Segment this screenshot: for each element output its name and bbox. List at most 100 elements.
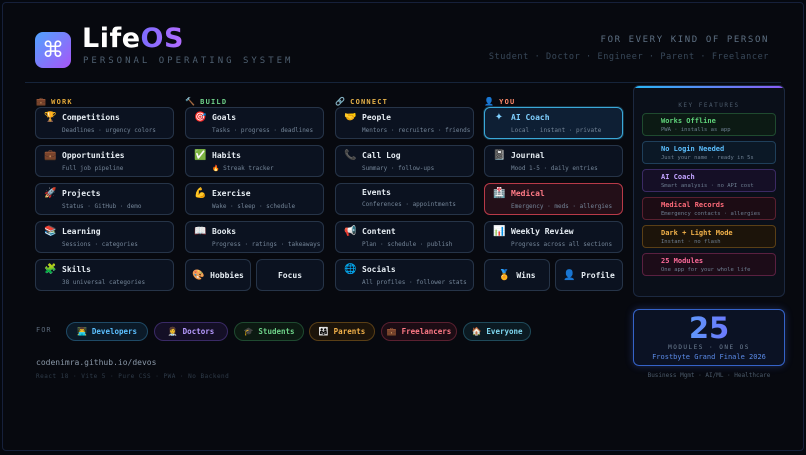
card-goals[interactable]: 🎯 Goals Tasks · progress · deadlines [185, 107, 324, 139]
card-title: Books [212, 227, 237, 236]
house-icon: 🏠 [471, 327, 482, 336]
brand-title: LifeOS [82, 23, 184, 54]
card-subtitle: Emergency · meds · allergies [511, 203, 613, 210]
card-weekly-review[interactable]: 📊 Weekly Review Progress across all secti… [484, 221, 623, 253]
key-features-panel: KEY FEATURES Works Offline PWA · install… [633, 85, 785, 297]
feature-subtitle: Emergency contacts · allergies [661, 211, 761, 217]
feature-title: Medical Records [661, 201, 725, 209]
pill-developers[interactable]: 👨‍💻 Developers [66, 322, 148, 341]
card-subtitle: Tasks · progress · deadlines [212, 127, 314, 134]
card-title: Wins [516, 270, 536, 280]
card-focus[interactable]: Focus [256, 259, 324, 291]
tagline: FOR EVERY KIND OF PERSON [600, 35, 769, 45]
card-title: Habits [212, 151, 241, 160]
feature-works-offline: Works Offline PWA · installs as app [642, 113, 776, 136]
card-hobbies[interactable]: 🎨 Hobbies [185, 259, 251, 291]
card-subtitle: Conferences · appointments [362, 201, 456, 208]
card-skills[interactable]: 🧩 Skills 38 universal categories [35, 259, 174, 291]
pill-freelancers[interactable]: 💼 Freelancers [381, 322, 457, 341]
globe-icon: 🌐 [344, 264, 357, 275]
header-divider [25, 82, 781, 83]
column-header-you: 👤 YOU [484, 97, 515, 106]
column-label-build: BUILD [200, 97, 228, 106]
pill-label: Doctors [182, 327, 215, 336]
family-icon: 👨‍👩‍👧 [318, 327, 329, 336]
card-learning[interactable]: 📚 Learning Sessions · categories [35, 221, 174, 253]
card-habits[interactable]: ✅ Habits 🔥 Streak tracker [185, 145, 324, 177]
card-title: Socials [362, 265, 396, 274]
card-call-log[interactable]: 📞 Call Log Summary · follow-ups [335, 145, 474, 177]
card-subtitle: Summary · follow-ups [362, 165, 435, 172]
card-people[interactable]: 🤝 People Mentors · recruiters · friends [335, 107, 474, 139]
card-wins[interactable]: 🏅 Wins [484, 259, 550, 291]
module-counter: 25 MODULES · ONE OS Frostbyte Grand Fina… [633, 309, 785, 366]
card-title: Medical [511, 189, 545, 198]
developer-icon: 👨‍💻 [76, 327, 87, 336]
card-profile[interactable]: 👤 Profile [555, 259, 623, 291]
hammer-icon: 🔨 [185, 97, 197, 106]
card-title: Exercise [212, 189, 251, 198]
card-subtitle: Local · instant · private [511, 127, 602, 134]
app-frame: ⌘ LifeOS PERSONAL OPERATING SYSTEM FOR E… [2, 2, 804, 451]
pill-students[interactable]: 🎓 Students [234, 322, 304, 341]
card-books[interactable]: 📖 Books Progress · ratings · takeaways [185, 221, 324, 253]
card-subtitle: Wake · sleep · schedule [212, 203, 296, 210]
person-icon: 👤 [484, 97, 496, 106]
column-header-work: 💼 WORK [36, 97, 73, 106]
card-title: AI Coach [511, 113, 550, 122]
event-name: Frostbyte Grand Finale 2026 [652, 353, 766, 361]
card-title: Journal [511, 151, 545, 160]
card-projects[interactable]: 🚀 Projects Status · GitHub · demo [35, 183, 174, 215]
card-ai-coach[interactable]: ✦ AI Coach Local · instant · private [484, 107, 623, 139]
checkmark-icon: ✅ [194, 150, 207, 161]
card-subtitle: All profiles · follower stats [362, 279, 467, 286]
card-journal[interactable]: 📓 Journal Mood 1-5 · daily entries [484, 145, 623, 177]
feature-ai-coach: AI Coach Smart analysis · no API cost [642, 169, 776, 192]
panel-title: KEY FEATURES [678, 102, 740, 109]
pill-doctors[interactable]: 👩‍⚕️ Doctors [154, 322, 228, 341]
feature-title: Works Offline [661, 117, 716, 125]
card-exercise[interactable]: 💪 Exercise Wake · sleep · schedule [185, 183, 324, 215]
brand-title-os: OS [140, 23, 184, 54]
card-events[interactable]: Events Conferences · appointments [335, 183, 474, 215]
card-medical[interactable]: 🏥 Medical Emergency · meds · allergies [484, 183, 623, 215]
site-url[interactable]: codenimra.github.io/devos [36, 358, 156, 367]
pill-label: Students [258, 327, 295, 336]
column-label-connect: CONNECT [350, 97, 389, 106]
brand-subtitle: PERSONAL OPERATING SYSTEM [83, 56, 294, 66]
feature-subtitle: One app for your whole life [661, 267, 751, 273]
feature-subtitle: Just your name · ready in 5s [661, 155, 754, 161]
card-title: Weekly Review [511, 227, 574, 236]
graduation-cap-icon: 🎓 [243, 327, 254, 336]
card-title: Goals [212, 113, 237, 122]
card-opportunities[interactable]: 💼 Opportunities Full job pipeline [35, 145, 174, 177]
person-icon: 👤 [563, 269, 576, 281]
medal-icon: 🏅 [498, 269, 511, 281]
pill-label: Parents [333, 327, 366, 336]
briefcase-icon: 💼 [386, 327, 397, 336]
feature-subtitle: PWA · installs as app [661, 127, 731, 133]
feature-title: Dark + Light Mode [661, 229, 733, 237]
card-socials[interactable]: 🌐 Socials All profiles · follower stats [335, 259, 474, 291]
card-title: Learning [62, 227, 101, 236]
card-content[interactable]: 📢 Content Plan · schedule · publish [335, 221, 474, 253]
target-icon: 🎯 [194, 112, 207, 123]
verticals: Business Mgmt · AI/ML · Healthcare [647, 372, 771, 379]
books-icon: 📚 [44, 226, 57, 237]
card-subtitle: Plan · schedule · publish [362, 241, 453, 248]
feature-no-login: No Login Needed Just your name · ready i… [642, 141, 776, 164]
card-title: Events [362, 188, 391, 197]
pill-everyone[interactable]: 🏠 Everyone [463, 322, 531, 341]
megaphone-icon: 📢 [344, 226, 357, 237]
sparkle-icon: ✦ [494, 112, 504, 123]
rocket-icon: 🚀 [44, 188, 57, 199]
pill-parents[interactable]: 👨‍👩‍👧 Parents [309, 322, 375, 341]
trophy-icon: 🏆 [44, 112, 57, 123]
feature-25-modules: 25 Modules One app for your whole life [642, 253, 776, 276]
card-title: Focus [277, 270, 303, 280]
card-subtitle: Status · GitHub · demo [62, 203, 142, 210]
feature-medical-records: Medical Records Emergency contacts · all… [642, 197, 776, 220]
card-competitions[interactable]: 🏆 Competitions Deadlines · urgency colors [35, 107, 174, 139]
column-label-work: WORK [51, 97, 73, 106]
card-title: Competitions [62, 113, 120, 122]
